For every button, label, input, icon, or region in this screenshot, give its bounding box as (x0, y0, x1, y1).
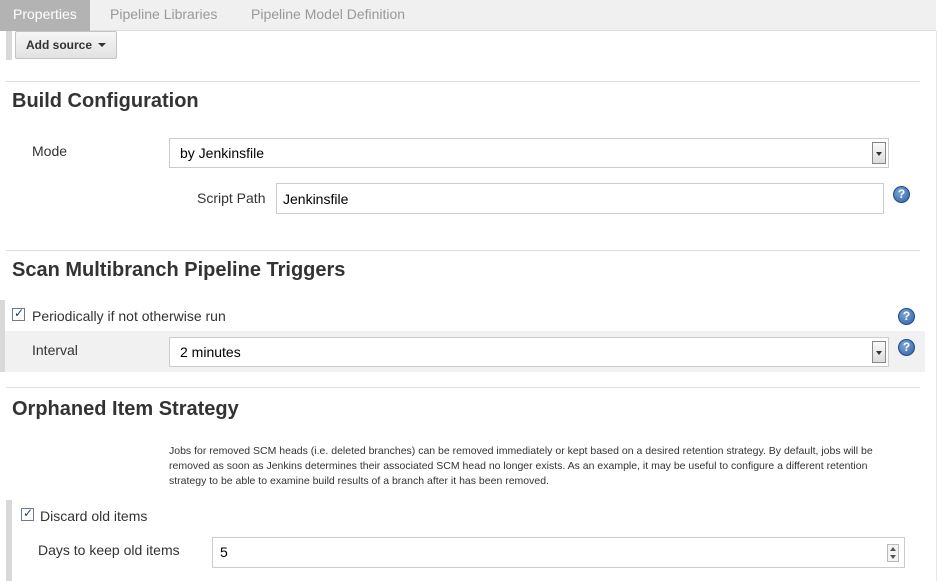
script-path-input[interactable] (276, 183, 884, 214)
section-divider (6, 250, 920, 251)
orphaned-title: Orphaned Item Strategy (12, 398, 239, 420)
add-source-button[interactable]: Add source (15, 31, 117, 59)
script-path-label: Script Path (197, 190, 266, 206)
interval-select-value: 2 minutes (180, 344, 241, 360)
help-icon[interactable]: ? (898, 308, 915, 325)
section-indent-bar (6, 31, 12, 60)
mode-label: Mode (32, 143, 68, 159)
help-icon[interactable]: ? (898, 339, 915, 356)
orphaned-description: Jobs for removed SCM heads (i.e. deleted… (169, 445, 873, 487)
help-icon[interactable]: ? (893, 186, 910, 203)
section-divider (6, 81, 920, 82)
periodic-label: Periodically if not otherwise run (32, 308, 226, 324)
periodic-checkbox[interactable]: ✓ (12, 306, 25, 321)
triggers-title: Scan Multibranch Pipeline Triggers (12, 259, 346, 281)
tab-properties[interactable]: Properties (0, 0, 90, 31)
section-indent-bar (6, 500, 12, 581)
chevron-down-icon[interactable] (872, 341, 886, 363)
days-to-keep-value: 5 (220, 544, 228, 560)
days-to-keep-label: Days to keep old items (38, 542, 180, 558)
tab-pipeline-model-definition[interactable]: Pipeline Model Definition (238, 0, 418, 31)
days-to-keep-input[interactable]: 5 (212, 537, 905, 568)
discard-old-items-label: Discard old items (40, 508, 148, 524)
tab-bar: Properties Pipeline Libraries Pipeline M… (0, 0, 936, 31)
content-edge (936, 31, 937, 581)
chevron-down-icon[interactable] (872, 142, 886, 164)
number-stepper[interactable] (887, 544, 899, 562)
section-divider (6, 387, 920, 388)
build-configuration-title: Build Configuration (12, 90, 199, 112)
interval-select[interactable]: 2 minutes (169, 337, 889, 367)
interval-label: Interval (32, 342, 78, 358)
checkmark-icon: ✓ (23, 506, 34, 520)
mode-select-value: by Jenkinsfile (180, 145, 265, 161)
tab-pipeline-libraries[interactable]: Pipeline Libraries (97, 0, 230, 31)
chevron-down-icon[interactable] (890, 555, 896, 559)
discard-old-items-checkbox[interactable]: ✓ (21, 506, 34, 521)
chevron-down-icon (98, 43, 106, 47)
mode-select[interactable]: by Jenkinsfile (169, 138, 889, 168)
chevron-up-icon[interactable] (890, 547, 896, 551)
add-source-label: Add source (26, 38, 93, 52)
checkmark-icon: ✓ (14, 306, 25, 320)
